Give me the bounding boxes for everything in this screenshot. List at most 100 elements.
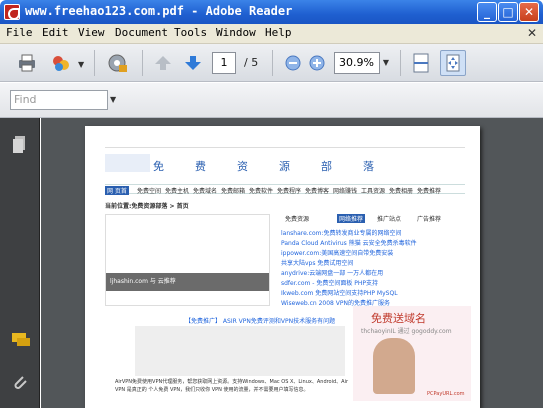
pdf-list-item: ippower.com:美国高速空间自带免费安装: [281, 250, 394, 257]
menu-file[interactable]: File: [6, 26, 33, 39]
pdf-nav-item: 免费相册: [389, 188, 414, 195]
find-bar: Find ▼: [0, 83, 543, 118]
title-bar: www.freehao123.com.pdf - Adobe Reader _ …: [0, 0, 543, 24]
menu-window[interactable]: Window: [216, 26, 256, 39]
pdf-list-item: 共享大陆vps 免费试用空间: [281, 260, 354, 267]
pdf-page: 免 费 资 源 部 落 网 页首 免费空间 免费主机 免费域名 免费邮箱 免费软…: [85, 126, 480, 408]
pdf-news-list: 免费资源 网络推荐 推广站点 广告推荐 lanshare.com:免费转发商业专…: [277, 214, 467, 308]
maximize-button[interactable]: □: [498, 2, 518, 22]
menu-help[interactable]: Help: [265, 26, 292, 39]
pdf-list-item: anydrive:云端网盘一部 一万人都在用: [281, 270, 384, 277]
zoom-out-icon: [285, 55, 301, 71]
pdf-list-item: sdfer.com - 免费空间面板 PHP支持: [281, 280, 379, 287]
pdf-list-item: Ikweb.com 免费网站空间支持PHP MySQL: [281, 290, 398, 297]
site-name-char: 部: [321, 160, 332, 173]
toolbar-separator: [142, 50, 143, 76]
site-name-char: 资: [237, 160, 248, 173]
site-name-char: 免: [153, 160, 164, 173]
pdf-ad-banner: 免费送域名 thchaoyinIL 通过 gogoddy.com PCPayUR…: [353, 306, 471, 401]
pdf-nav-item: 免费博客: [305, 188, 330, 195]
toolbar: ▼ 1 / 5 30.9% ▼: [0, 44, 543, 82]
pdf-top-links: [105, 136, 465, 148]
share-dropdown-icon[interactable]: ▼: [78, 60, 84, 69]
adobe-reader-icon: [4, 4, 20, 20]
pages-panel-button[interactable]: [10, 134, 30, 154]
fit-page-icon: [446, 54, 460, 72]
minimize-button[interactable]: _: [477, 2, 497, 22]
find-dropdown-icon[interactable]: ▼: [110, 90, 116, 110]
share-icon: [53, 56, 69, 71]
arrow-up-icon: [155, 56, 171, 70]
close-button[interactable]: ✕: [519, 2, 539, 22]
attachments-panel-button[interactable]: [10, 372, 30, 392]
pdf-content-placeholder: [135, 326, 345, 376]
zoom-in-icon: [309, 55, 325, 71]
toolbar-separator: [272, 50, 273, 76]
menu-bar: File Edit View Document Tools Window Hel…: [0, 24, 543, 44]
pdf-nav-bar: 网 页首 免费空间 免费主机 免费域名 免费邮箱 免费软件 免费程序 免费博客 …: [105, 184, 465, 195]
toolbar-separator: [94, 50, 95, 76]
pdf-nav-item: 网络赚钱: [333, 188, 358, 195]
pdf-nav-item: 免费推荐: [417, 188, 442, 195]
menu-view[interactable]: View: [78, 26, 105, 39]
pdf-nav-item: 免费域名: [193, 188, 218, 195]
comments-panel-button[interactable]: [10, 330, 30, 350]
pdf-left-image-block: ljhashin.com 与 云推荐: [105, 214, 270, 306]
pdf-tab-active: 网络推荐: [337, 214, 366, 223]
pdf-tab: 推广站点: [377, 216, 402, 223]
zoom-in-button[interactable]: [304, 50, 330, 76]
pdf-ad-person-image: [373, 338, 415, 394]
menu-tools[interactable]: Tools: [174, 26, 207, 39]
pdf-image-caption: ljhashin.com 与 云推荐: [110, 278, 176, 285]
page-total: / 5: [244, 56, 259, 69]
share-button[interactable]: [48, 50, 74, 76]
pdf-ad-brand: PCPayURL.com: [427, 391, 465, 397]
comment-icon: [12, 333, 30, 346]
pdf-tab: 免费资源: [285, 216, 310, 223]
secure-button[interactable]: [104, 50, 130, 76]
site-name-char: 费: [195, 160, 206, 173]
pages-icon: [13, 136, 25, 153]
pdf-ad-subtitle: thchaoyinIL 通过 gogoddy.com: [361, 328, 452, 335]
window-title: www.freehao123.com.pdf - Adobe Reader: [25, 4, 293, 18]
gear-secure-icon: [108, 54, 127, 72]
zoom-out-button[interactable]: [280, 50, 306, 76]
pdf-header-links: [415, 156, 465, 176]
zoom-dropdown-icon[interactable]: ▼: [380, 52, 392, 74]
fit-width-icon: [413, 53, 429, 73]
pdf-breadcrumb: 当前位置:免费资源部落 > 首页: [105, 203, 189, 210]
site-name-char: 源: [279, 160, 290, 173]
pdf-list-item: lanshare.com:免费转发商业专属的网络空间: [281, 230, 402, 237]
pdf-tab: 广告推荐: [417, 216, 442, 223]
zoom-level-input[interactable]: 30.9%: [334, 52, 380, 74]
pdf-site-name: 免 费 资 源 部 落: [153, 158, 374, 173]
navigation-panel: [0, 118, 40, 408]
previous-page-button[interactable]: [150, 50, 176, 76]
document-area[interactable]: 免 费 资 源 部 落 网 页首 免费空间 免费主机 免费域名 免费邮箱 免费软…: [41, 118, 543, 408]
next-page-button[interactable]: [180, 50, 206, 76]
pdf-nav-item: 网 页首: [105, 186, 129, 195]
pdf-logo-image: [105, 154, 150, 172]
pdf-nav-item: 免费空间: [137, 188, 162, 195]
page-number-input[interactable]: 1: [212, 52, 236, 74]
site-name-char: 落: [363, 160, 374, 173]
menu-edit[interactable]: Edit: [42, 26, 69, 39]
pdf-nav-item: 免费主机: [165, 188, 190, 195]
printer-icon: [19, 54, 35, 72]
print-button[interactable]: [14, 50, 40, 76]
pdf-nav-item: 免费邮箱: [221, 188, 246, 195]
pdf-ad-title: 免费送域名: [371, 312, 426, 325]
fit-page-button[interactable]: [440, 50, 466, 76]
fit-width-button[interactable]: [408, 50, 434, 76]
toolbar-separator: [400, 50, 401, 76]
find-input[interactable]: Find: [10, 90, 108, 110]
pdf-list-item: Panda Cloud Antivirus 熊猫 云安全免费杀毒软件: [281, 240, 417, 247]
close-document-icon[interactable]: ✕: [527, 26, 537, 40]
menu-document[interactable]: Document: [115, 26, 168, 39]
pdf-nav-item: 免费程序: [277, 188, 302, 195]
pdf-body-text: AirVPN免费使用VPN代理服务，帮您获取网上资源。支持Windows、Mac…: [115, 379, 349, 393]
pdf-footer-link: 【免费推广】 ASIR VPN免费评测和VPN技术服务有问题: [185, 318, 336, 325]
pdf-nav-item: 工具资源: [361, 188, 386, 195]
arrow-down-icon: [185, 56, 201, 70]
pdf-nav-item: 免费软件: [249, 188, 274, 195]
